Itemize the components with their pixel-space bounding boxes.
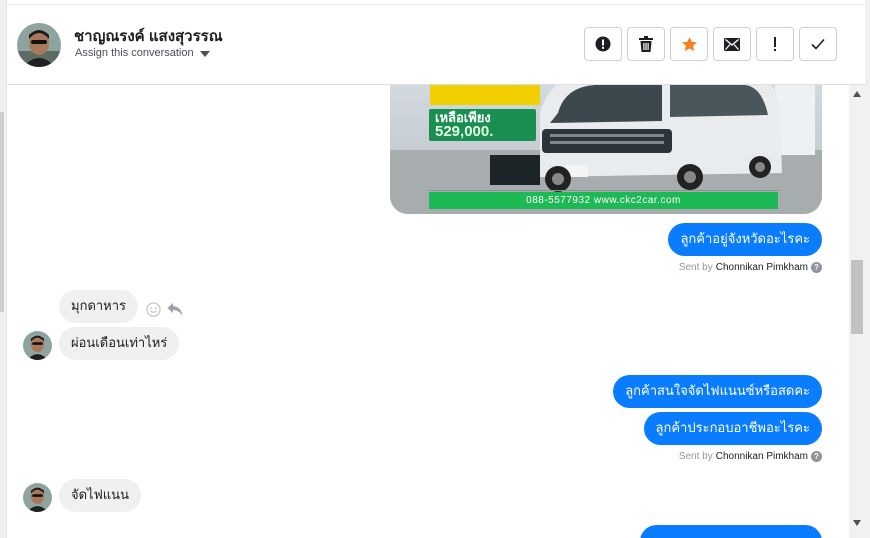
ad-contact-text: 088-5577932 www.ckc2car.com — [526, 195, 681, 206]
checkmark-icon — [811, 38, 825, 50]
sent-by-prefix: Sent by — [678, 451, 713, 462]
incoming-message[interactable]: ผ่อนเดือนเท่าไหร่ — [59, 327, 180, 360]
exclamation-icon — [774, 37, 776, 51]
messenger-window: ชาญณรงค์ แสงสุวรรณ Assign this conversat… — [0, 0, 870, 538]
contact-avatar-small — [23, 483, 52, 512]
mark-unread-button[interactable] — [713, 27, 751, 61]
thread-scrollbar[interactable] — [849, 85, 865, 538]
delete-button[interactable] — [627, 27, 665, 61]
mark-done-button[interactable] — [799, 27, 837, 61]
star-button[interactable] — [670, 27, 708, 61]
outgoing-message[interactable]: ลูกค้าสนใจจัดไฟแนนซ์หรือสดคะ — [613, 375, 822, 408]
caret-down-icon — [199, 50, 210, 57]
trash-icon — [639, 36, 653, 52]
assign-label: Assign this conversation — [75, 47, 194, 59]
contact-avatar-small — [23, 331, 52, 360]
outgoing-message-partial[interactable] — [640, 525, 822, 538]
scroll-down-arrow-icon[interactable] — [853, 520, 861, 526]
left-panel-edge — [0, 0, 7, 538]
reply-icon[interactable] — [167, 302, 183, 317]
ad-price-box: เหลือเพียง 529,000. — [429, 109, 536, 141]
scroll-up-arrow-icon[interactable] — [853, 91, 861, 97]
left-panel-handle[interactable] — [0, 112, 4, 312]
smiley-icon[interactable] — [146, 302, 161, 317]
sent-by-agent: Chonnikan Pimkham — [715, 262, 808, 273]
incoming-message[interactable]: มุกดาหาร — [59, 290, 139, 323]
car-ad-image[interactable]: เหลือเพียง 529,000. 088-5577932 www.ckc2… — [390, 85, 822, 214]
sent-by-agent: Chonnikan Pimkham — [715, 451, 808, 462]
alert-circle-icon — [595, 36, 611, 52]
ad-contact-strip: 088-5577932 www.ckc2car.com — [429, 192, 778, 209]
mark-spam-button[interactable] — [584, 27, 622, 61]
contact-name: ชาญณรงค์ แสงสุวรรณ — [74, 28, 223, 45]
assign-conversation-dropdown[interactable]: Assign this conversation — [75, 47, 210, 59]
contact-avatar[interactable] — [17, 23, 61, 67]
right-panel-edge — [865, 0, 870, 538]
outgoing-message[interactable]: ลูกค้าประกอบอาชีพอะไรคะ — [643, 412, 822, 445]
scroll-thumb[interactable] — [851, 260, 863, 334]
sent-by-prefix: Sent by — [678, 262, 713, 273]
conversation-header: ชาญณรงค์ แสงสุวรรณ Assign this conversat… — [7, 4, 865, 85]
incoming-message[interactable]: จัดไฟแนน — [59, 479, 141, 512]
follow-up-button[interactable] — [756, 27, 794, 61]
message-thread[interactable]: เหลือเพียง 529,000. 088-5577932 www.ckc2… — [7, 85, 849, 538]
message-tools — [146, 302, 183, 317]
help-icon[interactable]: ? — [811, 262, 822, 273]
sent-by-label: Sent by Chonnikan Pimkham ? — [679, 451, 822, 462]
help-icon[interactable]: ? — [811, 451, 822, 462]
outgoing-message[interactable]: ลูกค้าอยู่จังหวัดอะไรคะ — [668, 223, 822, 256]
ad-price: 529,000. — [435, 123, 494, 140]
envelope-icon — [724, 37, 740, 51]
sent-by-label: Sent by Chonnikan Pimkham ? — [679, 262, 822, 273]
star-icon — [681, 36, 697, 51]
conversation-actions — [584, 27, 837, 61]
